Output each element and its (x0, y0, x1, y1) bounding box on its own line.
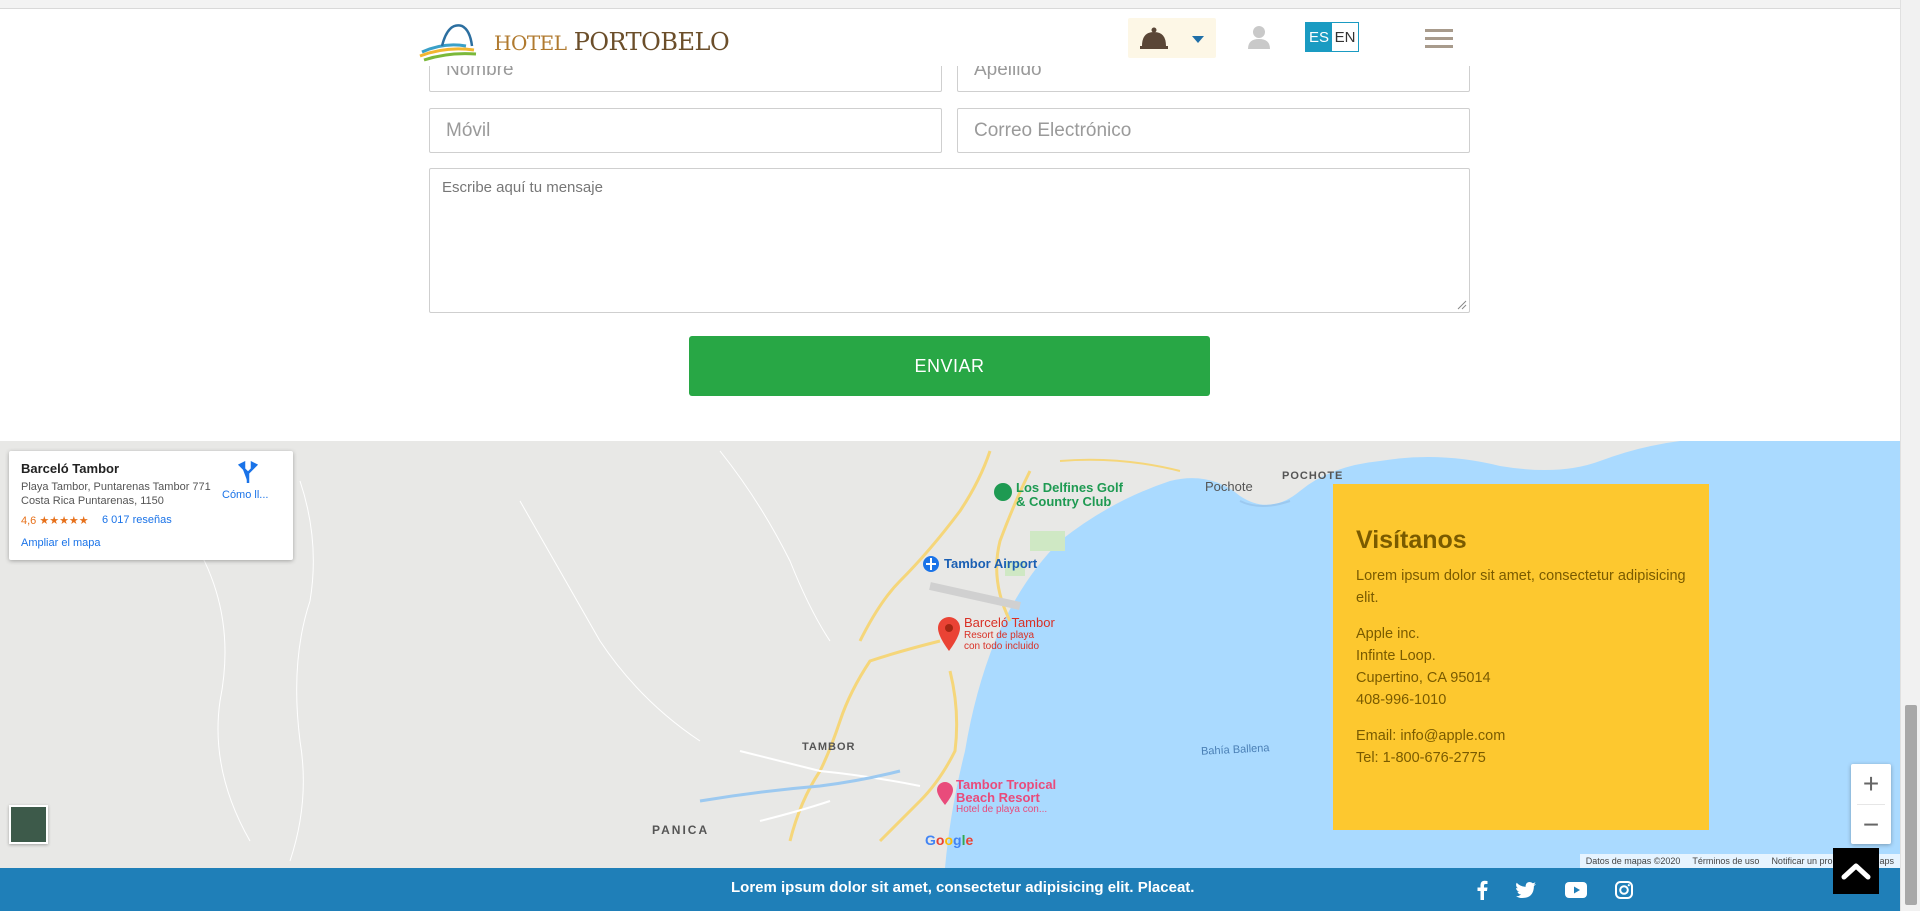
message-placeholder: Escribe aquí tu mensaje (442, 179, 603, 196)
map-place-card: Barceló Tambor Playa Tambor, Puntarenas … (9, 451, 293, 560)
language-switcher: ES EN (1305, 22, 1359, 52)
hotel-map-label: Barceló Tambor Resort de playa con todo … (964, 615, 1055, 653)
google-map[interactable]: Barceló Tambor Playa Tambor, Puntarenas … (0, 441, 1900, 868)
send-button[interactable]: ENVIAR (689, 336, 1210, 396)
visit-intro: Lorem ipsum dolor sit amet, consectetur … (1356, 568, 1686, 606)
footer-text: Lorem ipsum dolor sit amet, consectetur … (731, 879, 1195, 896)
visit-tel: Tel: 1-800-676-2775 (1356, 750, 1486, 766)
visit-us-panel: Visítanos Lorem ipsum dolor sit amet, co… (1333, 484, 1709, 830)
resize-handle-icon[interactable] (1457, 300, 1467, 310)
logo-text: HOTEL PORTOBELO (494, 28, 730, 56)
tambor-label: TAMBOR (802, 741, 856, 753)
twitter-icon[interactable] (1514, 878, 1538, 902)
golf-label: Los Delfines Golf & Country Club (1016, 480, 1123, 509)
browser-top-edge (0, 0, 1920, 9)
map-pin-icon[interactable] (936, 616, 962, 652)
site-footer: Lorem ipsum dolor sit amet, consectetur … (0, 868, 1900, 911)
instagram-icon[interactable] (1612, 878, 1636, 902)
resort-pin-icon (937, 782, 953, 805)
airport-icon (923, 556, 939, 572)
tropical-resort-label: Tambor Tropical Beach Resort Hotel de pl… (956, 777, 1057, 815)
bell-icon (1140, 27, 1204, 49)
zoom-control: + − (1851, 764, 1891, 844)
page-scrollbar[interactable] (1900, 0, 1920, 911)
zoom-in-button[interactable]: + (1851, 764, 1891, 804)
youtube-icon[interactable] (1564, 878, 1588, 902)
visit-phone: 408-996-1010 (1356, 692, 1447, 708)
visit-city: Cupertino, CA 95014 (1356, 670, 1491, 686)
movil-field[interactable]: Móvil (429, 108, 942, 153)
enlarge-map-link[interactable]: Ampliar el mapa (21, 537, 100, 549)
user-icon[interactable] (1246, 24, 1272, 54)
visit-title: Visítanos (1356, 526, 1467, 554)
hamburger-menu-icon[interactable] (1425, 28, 1453, 54)
panica-label: PANICA (652, 823, 710, 837)
place-name: Barceló Tambor (21, 461, 120, 476)
google-logo: Google (925, 832, 974, 848)
directions-link[interactable]: Cómo ll... (222, 489, 268, 501)
chevron-up-icon (1841, 863, 1871, 880)
scrollbar-thumb[interactable] (1905, 705, 1917, 905)
map-terms-link[interactable]: Términos de uso (1692, 856, 1759, 866)
reception-dropdown[interactable] (1128, 18, 1216, 58)
visit-email: Email: info@apple.com (1356, 728, 1506, 744)
site-header: HOTEL PORTOBELO ES EN (0, 10, 1900, 66)
pochote-label: Pochote (1205, 479, 1253, 494)
chevron-down-icon (1192, 36, 1204, 43)
back-to-top-button[interactable] (1833, 848, 1879, 894)
email-field[interactable]: Correo Electrónico (957, 108, 1470, 153)
directions-icon[interactable] (238, 461, 258, 483)
logo-hat-icon (419, 24, 477, 62)
pochote-caps-label: POCHOTE (1282, 470, 1344, 482)
satellite-toggle[interactable] (9, 805, 48, 844)
place-address: Playa Tambor, Puntarenas Tambor 771 Cost… (21, 481, 211, 507)
visit-company: Apple inc. (1356, 626, 1420, 642)
visit-street: Infinte Loop. (1356, 648, 1436, 664)
airport-label: Tambor Airport (944, 556, 1038, 571)
golf-pin-icon (994, 483, 1012, 501)
message-textarea[interactable]: Escribe aquí tu mensaje (429, 168, 1470, 313)
lang-en-button[interactable]: EN (1332, 23, 1358, 51)
zoom-out-button[interactable]: − (1851, 805, 1891, 845)
map-data-credit: Datos de mapas ©2020 (1585, 856, 1681, 866)
place-reviews-link[interactable]: 6 017 reseñas (102, 514, 172, 526)
lang-es-button[interactable]: ES (1306, 23, 1332, 51)
hotel-logo[interactable]: HOTEL PORTOBELO (414, 16, 730, 64)
facebook-icon[interactable] (1470, 878, 1494, 902)
place-rating: 4,6 ★★★★★ (21, 515, 89, 527)
